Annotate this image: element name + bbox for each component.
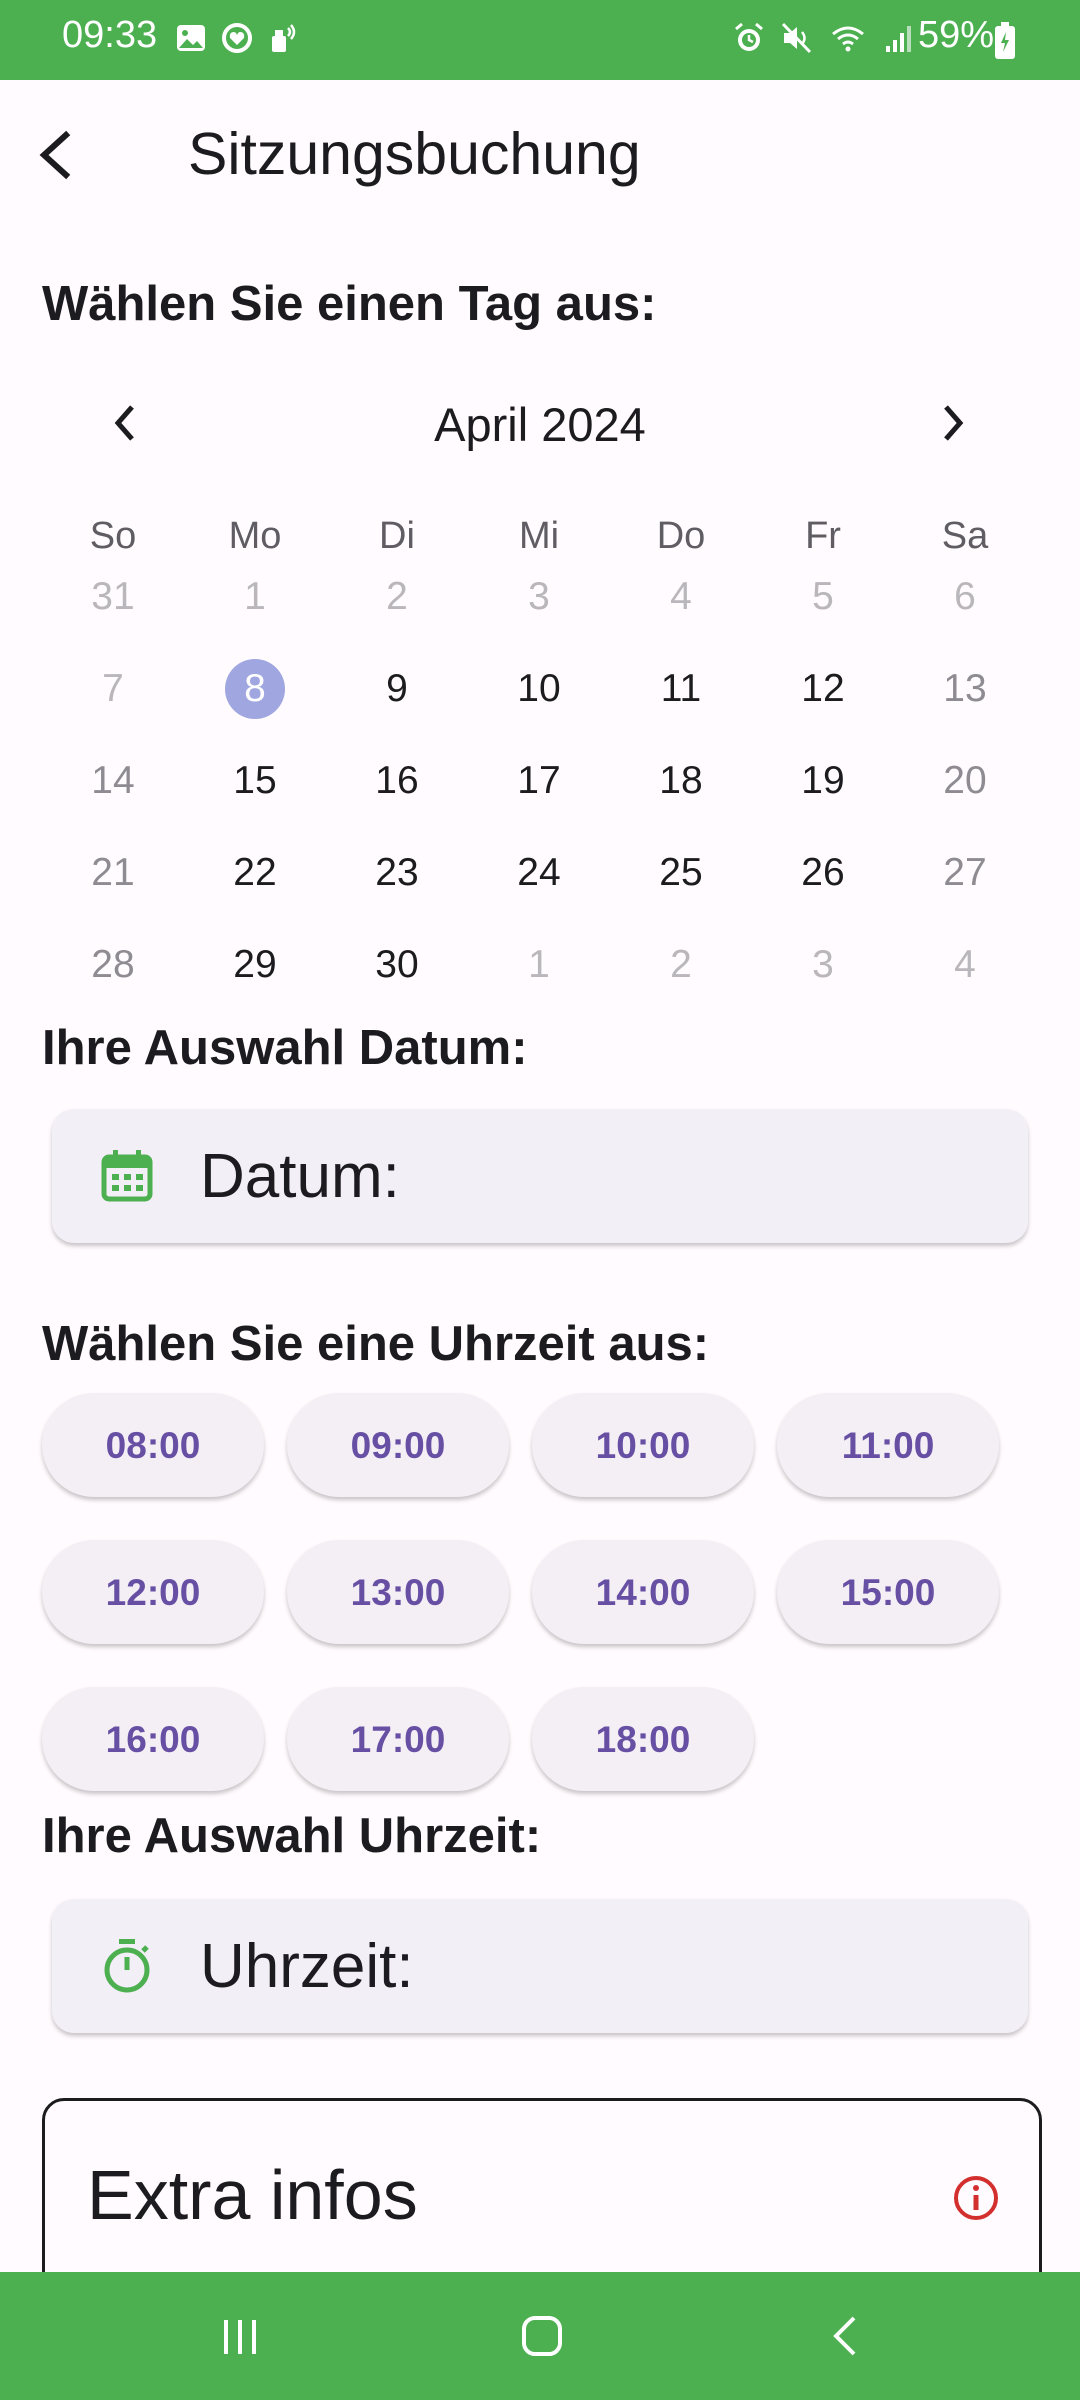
- month-label: April 2024: [434, 398, 646, 451]
- calendar-day-weekend: 20: [943, 759, 987, 802]
- calendar-day[interactable]: 10: [468, 654, 610, 724]
- image-icon: [177, 25, 205, 51]
- date-label: Datum:: [200, 1142, 400, 1211]
- battery-icon: [995, 22, 1015, 59]
- calendar-day-disabled: 4: [670, 575, 692, 618]
- notification-icon: [272, 24, 296, 52]
- calendar-day[interactable]: 26: [752, 838, 894, 908]
- calendar-day[interactable]: 16: [326, 746, 468, 816]
- date-selection-heading: Ihre Auswahl Datum:: [42, 1021, 528, 1075]
- status-time: 09:33: [62, 14, 158, 56]
- calendar-day-disabled: 6: [954, 575, 976, 618]
- mute-icon: [781, 22, 812, 54]
- time-slot-button[interactable]: 13:00: [287, 1540, 509, 1644]
- heart-app-icon: [222, 23, 252, 53]
- alarm-icon: [735, 22, 763, 51]
- weekday-label: Di: [379, 515, 415, 557]
- calendar-day[interactable]: 12: [752, 654, 894, 724]
- timer-icon: [104, 1939, 150, 1993]
- time-selection-heading: Wählen Sie eine Uhrzeit aus:: [42, 1317, 710, 1371]
- time-slot-button[interactable]: 11:00: [777, 1393, 999, 1497]
- calendar-day[interactable]: 9: [326, 654, 468, 724]
- status-right-icons: [732, 20, 916, 56]
- time-slot-button[interactable]: 17:00: [287, 1687, 509, 1791]
- time-slot-button[interactable]: 16:00: [42, 1687, 264, 1791]
- calendar-day[interactable]: 29: [184, 930, 326, 1000]
- time-result-heading: Ihre Auswahl Uhrzeit:: [42, 1809, 542, 1863]
- calendar-day-outside: 3: [812, 943, 834, 986]
- weekday-label: Do: [656, 515, 706, 557]
- time-slot-button[interactable]: 10:00: [532, 1393, 754, 1497]
- back-icon[interactable]: [816, 2306, 876, 2366]
- day-selection-heading: Wählen Sie einen Tag aus:: [42, 277, 657, 331]
- signal-icon: [886, 26, 911, 52]
- status-bar: 09:33 59%: [0, 0, 1080, 80]
- weekday-label: Sa: [941, 515, 989, 557]
- calendar-day[interactable]: 22: [184, 838, 326, 908]
- system-nav-bar: [0, 2272, 1080, 2400]
- calendar-day-weekend: 21: [91, 851, 135, 894]
- calendar-day-weekend: 14: [91, 759, 135, 802]
- recent-apps-icon[interactable]: [210, 2306, 270, 2366]
- calendar-icon: [101, 1150, 153, 1202]
- calendar-day-weekend: 13: [943, 667, 987, 710]
- calendar-day[interactable]: 18: [610, 746, 752, 816]
- calendar-day-outside: 2: [670, 943, 692, 986]
- calendar-day-outside: 1: [528, 943, 550, 986]
- time-display-field: Uhrzeit:: [52, 1899, 1028, 2033]
- date-display-field: Datum:: [52, 1109, 1028, 1243]
- calendar-day-weekend: 28: [91, 943, 135, 986]
- weekday-label: Mo: [228, 515, 282, 557]
- app-bar: Sitzungsbuchung: [0, 80, 1080, 230]
- calendar-day-disabled: 3: [528, 575, 550, 618]
- calendar-day-weekend: 27: [943, 851, 987, 894]
- time-label: Uhrzeit:: [200, 1932, 414, 2001]
- info-icon[interactable]: [951, 2173, 1001, 2223]
- extra-info-title: Extra infos: [87, 2156, 418, 2234]
- calendar-day[interactable]: 24: [468, 838, 610, 908]
- weekday-label: Fr: [805, 515, 841, 557]
- time-slot-button[interactable]: 15:00: [777, 1540, 999, 1644]
- calendar-day-disabled: 1: [244, 575, 266, 618]
- calendar-header: April 2024: [0, 385, 1080, 465]
- weekday-label: So: [89, 515, 137, 557]
- calendar-day[interactable]: 30: [326, 930, 468, 1000]
- weekday-label: Mi: [518, 515, 560, 557]
- time-slot-button[interactable]: 14:00: [532, 1540, 754, 1644]
- calendar-day-outside: 4: [954, 943, 976, 986]
- time-slot-button[interactable]: 08:00: [42, 1393, 264, 1497]
- calendar-day[interactable]: 17: [468, 746, 610, 816]
- calendar-day[interactable]: 15: [184, 746, 326, 816]
- wifi-icon: [832, 26, 864, 52]
- back-arrow-icon[interactable]: [30, 123, 86, 187]
- calendar-day-outside: 31: [91, 575, 135, 618]
- status-left-icons: [174, 20, 300, 56]
- calendar-day[interactable]: 23: [326, 838, 468, 908]
- time-slot-button[interactable]: 09:00: [287, 1393, 509, 1497]
- calendar-day-disabled: 2: [386, 575, 408, 618]
- battery-percent: 59%: [918, 14, 995, 56]
- time-slot-button[interactable]: 18:00: [532, 1687, 754, 1791]
- calendar-day-selected[interactable]: 8: [184, 654, 326, 724]
- time-slot-button[interactable]: 12:00: [42, 1540, 264, 1644]
- page-title: Sitzungsbuchung: [188, 121, 641, 187]
- next-month-button[interactable]: [928, 393, 978, 453]
- calendar-day-disabled: 5: [812, 575, 834, 618]
- home-icon[interactable]: [512, 2306, 572, 2366]
- calendar-day[interactable]: 11: [610, 654, 752, 724]
- calendar-day[interactable]: 25: [610, 838, 752, 908]
- calendar-day-disabled: 7: [102, 667, 124, 710]
- calendar-day[interactable]: 19: [752, 746, 894, 816]
